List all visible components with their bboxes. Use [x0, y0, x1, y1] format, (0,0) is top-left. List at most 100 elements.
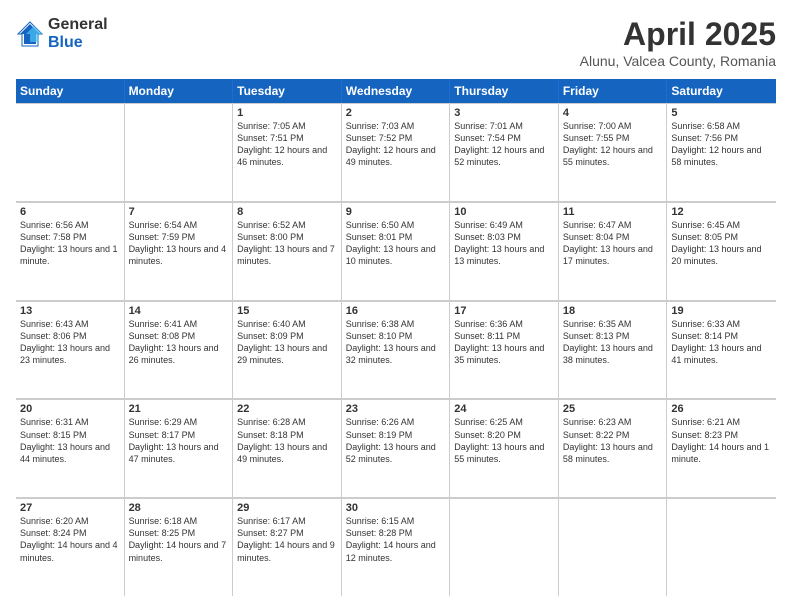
cal-cell-2-1: 14Sunrise: 6:41 AMSunset: 8:08 PMDayligh…: [125, 302, 234, 399]
cal-cell-0-4: 3Sunrise: 7:01 AMSunset: 7:54 PMDaylight…: [450, 104, 559, 201]
cal-cell-1-0: 6Sunrise: 6:56 AMSunset: 7:58 PMDaylight…: [16, 203, 125, 300]
page: General Blue April 2025 Alunu, Valcea Co…: [0, 0, 792, 612]
cal-row-1: 6Sunrise: 6:56 AMSunset: 7:58 PMDaylight…: [16, 202, 776, 301]
day-info-1-4: Sunrise: 6:49 AMSunset: 8:03 PMDaylight:…: [454, 219, 554, 268]
cal-cell-4-1: 28Sunrise: 6:18 AMSunset: 8:25 PMDayligh…: [125, 499, 234, 596]
day-info-1-2: Sunrise: 6:52 AMSunset: 8:00 PMDaylight:…: [237, 219, 337, 268]
calendar: Sunday Monday Tuesday Wednesday Thursday…: [16, 79, 776, 596]
day-number-2-0: 13: [20, 305, 120, 317]
cal-cell-2-2: 15Sunrise: 6:40 AMSunset: 8:09 PMDayligh…: [233, 302, 342, 399]
day-number-3-5: 25: [563, 403, 663, 415]
calendar-body: 1Sunrise: 7:05 AMSunset: 7:51 PMDaylight…: [16, 103, 776, 596]
cal-cell-3-3: 23Sunrise: 6:26 AMSunset: 8:19 PMDayligh…: [342, 400, 451, 497]
day-info-3-1: Sunrise: 6:29 AMSunset: 8:17 PMDaylight:…: [129, 416, 229, 465]
day-number-2-6: 19: [671, 305, 772, 317]
day-info-3-2: Sunrise: 6:28 AMSunset: 8:18 PMDaylight:…: [237, 416, 337, 465]
day-info-2-3: Sunrise: 6:38 AMSunset: 8:10 PMDaylight:…: [346, 318, 446, 367]
cal-cell-0-1: [125, 104, 234, 201]
cal-cell-4-6: [667, 499, 776, 596]
day-info-1-5: Sunrise: 6:47 AMSunset: 8:04 PMDaylight:…: [563, 219, 663, 268]
cal-cell-1-2: 8Sunrise: 6:52 AMSunset: 8:00 PMDaylight…: [233, 203, 342, 300]
header-saturday: Saturday: [667, 79, 776, 103]
day-info-0-6: Sunrise: 6:58 AMSunset: 7:56 PMDaylight:…: [671, 120, 772, 169]
day-info-2-1: Sunrise: 6:41 AMSunset: 8:08 PMDaylight:…: [129, 318, 229, 367]
title-block: April 2025 Alunu, Valcea County, Romania: [580, 16, 776, 69]
logo-icon: [16, 20, 44, 48]
cal-cell-0-0: [16, 104, 125, 201]
header-sunday: Sunday: [16, 79, 125, 103]
day-info-1-0: Sunrise: 6:56 AMSunset: 7:58 PMDaylight:…: [20, 219, 120, 268]
cal-cell-0-6: 5Sunrise: 6:58 AMSunset: 7:56 PMDaylight…: [667, 104, 776, 201]
day-number-0-5: 4: [563, 107, 663, 119]
day-number-1-6: 12: [671, 206, 772, 218]
day-number-3-4: 24: [454, 403, 554, 415]
day-number-1-0: 6: [20, 206, 120, 218]
day-info-0-2: Sunrise: 7:05 AMSunset: 7:51 PMDaylight:…: [237, 120, 337, 169]
header-wednesday: Wednesday: [342, 79, 451, 103]
cal-cell-4-5: [559, 499, 668, 596]
day-number-3-6: 26: [671, 403, 772, 415]
cal-cell-1-3: 9Sunrise: 6:50 AMSunset: 8:01 PMDaylight…: [342, 203, 451, 300]
day-number-0-4: 3: [454, 107, 554, 119]
header-thursday: Thursday: [450, 79, 559, 103]
logo: General Blue: [16, 16, 108, 51]
logo-general-text: General: [48, 16, 108, 34]
day-info-0-4: Sunrise: 7:01 AMSunset: 7:54 PMDaylight:…: [454, 120, 554, 169]
day-info-0-3: Sunrise: 7:03 AMSunset: 7:52 PMDaylight:…: [346, 120, 446, 169]
subtitle: Alunu, Valcea County, Romania: [580, 53, 776, 69]
cal-cell-2-5: 18Sunrise: 6:35 AMSunset: 8:13 PMDayligh…: [559, 302, 668, 399]
day-info-3-4: Sunrise: 6:25 AMSunset: 8:20 PMDaylight:…: [454, 416, 554, 465]
day-info-2-6: Sunrise: 6:33 AMSunset: 8:14 PMDaylight:…: [671, 318, 772, 367]
day-number-1-5: 11: [563, 206, 663, 218]
day-info-3-6: Sunrise: 6:21 AMSunset: 8:23 PMDaylight:…: [671, 416, 772, 465]
day-number-4-0: 27: [20, 502, 120, 514]
day-number-2-1: 14: [129, 305, 229, 317]
day-number-2-5: 18: [563, 305, 663, 317]
day-number-3-0: 20: [20, 403, 120, 415]
cal-cell-3-0: 20Sunrise: 6:31 AMSunset: 8:15 PMDayligh…: [16, 400, 125, 497]
cal-cell-2-3: 16Sunrise: 6:38 AMSunset: 8:10 PMDayligh…: [342, 302, 451, 399]
logo-text: General Blue: [48, 16, 108, 51]
cal-row-4: 27Sunrise: 6:20 AMSunset: 8:24 PMDayligh…: [16, 498, 776, 596]
cal-cell-2-0: 13Sunrise: 6:43 AMSunset: 8:06 PMDayligh…: [16, 302, 125, 399]
day-info-1-1: Sunrise: 6:54 AMSunset: 7:59 PMDaylight:…: [129, 219, 229, 268]
cal-row-2: 13Sunrise: 6:43 AMSunset: 8:06 PMDayligh…: [16, 301, 776, 400]
cal-cell-0-5: 4Sunrise: 7:00 AMSunset: 7:55 PMDaylight…: [559, 104, 668, 201]
day-number-1-1: 7: [129, 206, 229, 218]
cal-cell-4-2: 29Sunrise: 6:17 AMSunset: 8:27 PMDayligh…: [233, 499, 342, 596]
day-info-3-5: Sunrise: 6:23 AMSunset: 8:22 PMDaylight:…: [563, 416, 663, 465]
main-title: April 2025: [580, 16, 776, 53]
cal-cell-1-1: 7Sunrise: 6:54 AMSunset: 7:59 PMDaylight…: [125, 203, 234, 300]
cal-cell-3-6: 26Sunrise: 6:21 AMSunset: 8:23 PMDayligh…: [667, 400, 776, 497]
day-number-3-3: 23: [346, 403, 446, 415]
day-number-4-3: 30: [346, 502, 446, 514]
day-info-2-2: Sunrise: 6:40 AMSunset: 8:09 PMDaylight:…: [237, 318, 337, 367]
day-info-1-3: Sunrise: 6:50 AMSunset: 8:01 PMDaylight:…: [346, 219, 446, 268]
cal-cell-3-5: 25Sunrise: 6:23 AMSunset: 8:22 PMDayligh…: [559, 400, 668, 497]
day-info-2-5: Sunrise: 6:35 AMSunset: 8:13 PMDaylight:…: [563, 318, 663, 367]
cal-cell-2-6: 19Sunrise: 6:33 AMSunset: 8:14 PMDayligh…: [667, 302, 776, 399]
header-tuesday: Tuesday: [233, 79, 342, 103]
cal-cell-3-1: 21Sunrise: 6:29 AMSunset: 8:17 PMDayligh…: [125, 400, 234, 497]
cal-cell-2-4: 17Sunrise: 6:36 AMSunset: 8:11 PMDayligh…: [450, 302, 559, 399]
day-number-4-1: 28: [129, 502, 229, 514]
day-number-1-2: 8: [237, 206, 337, 218]
day-number-4-2: 29: [237, 502, 337, 514]
cal-cell-1-6: 12Sunrise: 6:45 AMSunset: 8:05 PMDayligh…: [667, 203, 776, 300]
cal-row-0: 1Sunrise: 7:05 AMSunset: 7:51 PMDaylight…: [16, 103, 776, 202]
day-number-2-3: 16: [346, 305, 446, 317]
cal-cell-4-0: 27Sunrise: 6:20 AMSunset: 8:24 PMDayligh…: [16, 499, 125, 596]
day-info-2-0: Sunrise: 6:43 AMSunset: 8:06 PMDaylight:…: [20, 318, 120, 367]
day-number-3-1: 21: [129, 403, 229, 415]
day-info-3-0: Sunrise: 6:31 AMSunset: 8:15 PMDaylight:…: [20, 416, 120, 465]
day-number-2-4: 17: [454, 305, 554, 317]
day-info-2-4: Sunrise: 6:36 AMSunset: 8:11 PMDaylight:…: [454, 318, 554, 367]
day-info-4-0: Sunrise: 6:20 AMSunset: 8:24 PMDaylight:…: [20, 515, 120, 564]
calendar-header: Sunday Monday Tuesday Wednesday Thursday…: [16, 79, 776, 103]
day-info-4-3: Sunrise: 6:15 AMSunset: 8:28 PMDaylight:…: [346, 515, 446, 564]
cal-cell-1-5: 11Sunrise: 6:47 AMSunset: 8:04 PMDayligh…: [559, 203, 668, 300]
cal-row-3: 20Sunrise: 6:31 AMSunset: 8:15 PMDayligh…: [16, 399, 776, 498]
day-info-4-1: Sunrise: 6:18 AMSunset: 8:25 PMDaylight:…: [129, 515, 229, 564]
day-number-3-2: 22: [237, 403, 337, 415]
cal-cell-3-4: 24Sunrise: 6:25 AMSunset: 8:20 PMDayligh…: [450, 400, 559, 497]
